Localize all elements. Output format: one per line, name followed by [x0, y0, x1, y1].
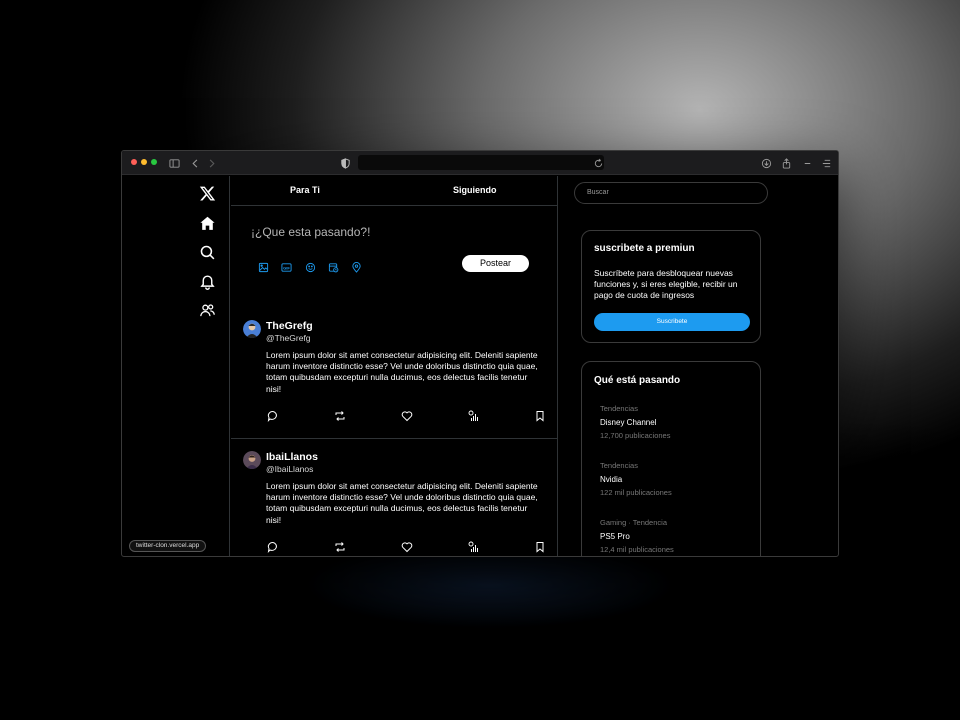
- browser-toolbar: [122, 151, 838, 175]
- tweet-author-name[interactable]: TheGrefg: [266, 320, 313, 332]
- trend-count: 122 mil publicaciones: [600, 488, 672, 497]
- search-input[interactable]: Buscar: [574, 182, 768, 204]
- tweet-author-handle[interactable]: @IbaiLlanos: [266, 464, 313, 474]
- tab-following[interactable]: Siguiendo: [453, 185, 497, 195]
- trend-count: 12,4 mil publicaciones: [600, 545, 674, 554]
- tweet-author-name[interactable]: IbaiLlanos: [266, 451, 318, 463]
- premium-title: suscribete a premiun: [594, 243, 695, 254]
- image-icon[interactable]: [258, 262, 269, 273]
- app-content: twitter-clon.vercel.app Para Ti Siguiend…: [122, 176, 838, 556]
- subscribe-button[interactable]: Suscribete: [594, 313, 750, 331]
- premium-description: Suscríbete para desbloquear nuevas funci…: [594, 268, 738, 300]
- composer-input[interactable]: ¡¿Que esta pasando?!: [251, 225, 370, 239]
- address-bar[interactable]: [358, 155, 604, 170]
- home-icon[interactable]: [198, 214, 216, 232]
- left-sidebar: twitter-clon.vercel.app: [122, 176, 230, 556]
- deploy-url-badge[interactable]: twitter-clon.vercel.app: [129, 540, 207, 552]
- reload-icon[interactable]: [591, 156, 605, 170]
- tweet-text: Lorem ipsum dolor sit amet consectetur a…: [266, 350, 538, 394]
- trends-card: Qué está pasando Tendencias Disney Chann…: [581, 361, 761, 556]
- trend-category: Tendencias: [600, 461, 638, 470]
- trend-item[interactable]: Gaming · Tendencia PS5 Pro 12,4 mil publ…: [600, 518, 750, 555]
- trend-name: Nvidia: [600, 475, 623, 484]
- download-icon[interactable]: [759, 156, 773, 170]
- tweet-card[interactable]: IbaiLlanos @IbaiLlanos Lorem ipsum dolor…: [231, 438, 557, 556]
- trend-name: PS5 Pro: [600, 532, 630, 541]
- tweet-card[interactable]: TheGrefg @TheGrefg Lorem ipsum dolor sit…: [231, 307, 557, 439]
- emoji-icon[interactable]: [305, 262, 316, 273]
- reply-icon[interactable]: [266, 540, 279, 553]
- trend-name: Disney Channel: [600, 418, 657, 427]
- post-button[interactable]: Postear: [462, 255, 529, 272]
- trend-item[interactable]: Tendencias Nvidia 122 mil publicaciones: [600, 461, 750, 498]
- trend-category: Gaming · Tendencia: [600, 518, 667, 527]
- minimize-window-button[interactable]: [141, 159, 147, 165]
- trend-item[interactable]: Tendencias Disney Channel 12,700 publica…: [600, 404, 750, 441]
- notifications-icon[interactable]: [198, 272, 216, 290]
- tweet-text: Lorem ipsum dolor sit amet consectetur a…: [266, 481, 538, 525]
- views-icon[interactable]: [467, 409, 480, 422]
- post-composer: ¡¿Que esta pasando?! GIF Postear: [231, 206, 557, 306]
- like-icon[interactable]: [400, 409, 413, 422]
- tab-for-you[interactable]: Para Ti: [290, 185, 320, 195]
- back-icon[interactable]: [188, 156, 202, 170]
- menu-icon[interactable]: [819, 156, 833, 170]
- feed-tabs: Para Ti Siguiendo: [231, 176, 557, 206]
- trend-category: Tendencias: [600, 404, 638, 413]
- forward-icon[interactable]: [204, 156, 218, 170]
- zoom-window-button[interactable]: [151, 159, 157, 165]
- svg-text:GIF: GIF: [283, 265, 290, 270]
- main-feed: Para Ti Siguiendo ¡¿Que esta pasando?! G…: [231, 176, 558, 556]
- share-icon[interactable]: [779, 156, 793, 170]
- avatar[interactable]: [243, 451, 261, 469]
- communities-icon[interactable]: [198, 301, 216, 319]
- bookmark-icon[interactable]: [533, 409, 546, 422]
- schedule-icon[interactable]: [328, 262, 339, 273]
- retweet-icon[interactable]: [333, 540, 346, 553]
- sidebar-icon[interactable]: [167, 156, 181, 170]
- retweet-icon[interactable]: [333, 409, 346, 422]
- right-sidebar: Buscar suscribete a premiun Suscríbete p…: [559, 176, 838, 556]
- x-logo-icon[interactable]: [198, 184, 216, 202]
- location-icon[interactable]: [351, 262, 362, 273]
- like-icon[interactable]: [400, 540, 413, 553]
- trend-count: 12,700 publicaciones: [600, 431, 671, 440]
- bookmark-icon[interactable]: [533, 540, 546, 553]
- browser-window: twitter-clon.vercel.app Para Ti Siguiend…: [121, 150, 839, 557]
- reply-icon[interactable]: [266, 409, 279, 422]
- search-icon[interactable]: [198, 243, 216, 261]
- avatar[interactable]: [243, 320, 261, 338]
- minimize-icon[interactable]: [800, 156, 814, 170]
- gif-icon[interactable]: GIF: [281, 262, 292, 273]
- close-window-button[interactable]: [131, 159, 137, 165]
- views-icon[interactable]: [467, 540, 480, 553]
- tweet-author-handle[interactable]: @TheGrefg: [266, 333, 311, 343]
- privacy-shield-icon[interactable]: [338, 156, 352, 170]
- trends-title: Qué está pasando: [594, 375, 681, 386]
- premium-card: suscribete a premiun Suscríbete para des…: [581, 230, 761, 343]
